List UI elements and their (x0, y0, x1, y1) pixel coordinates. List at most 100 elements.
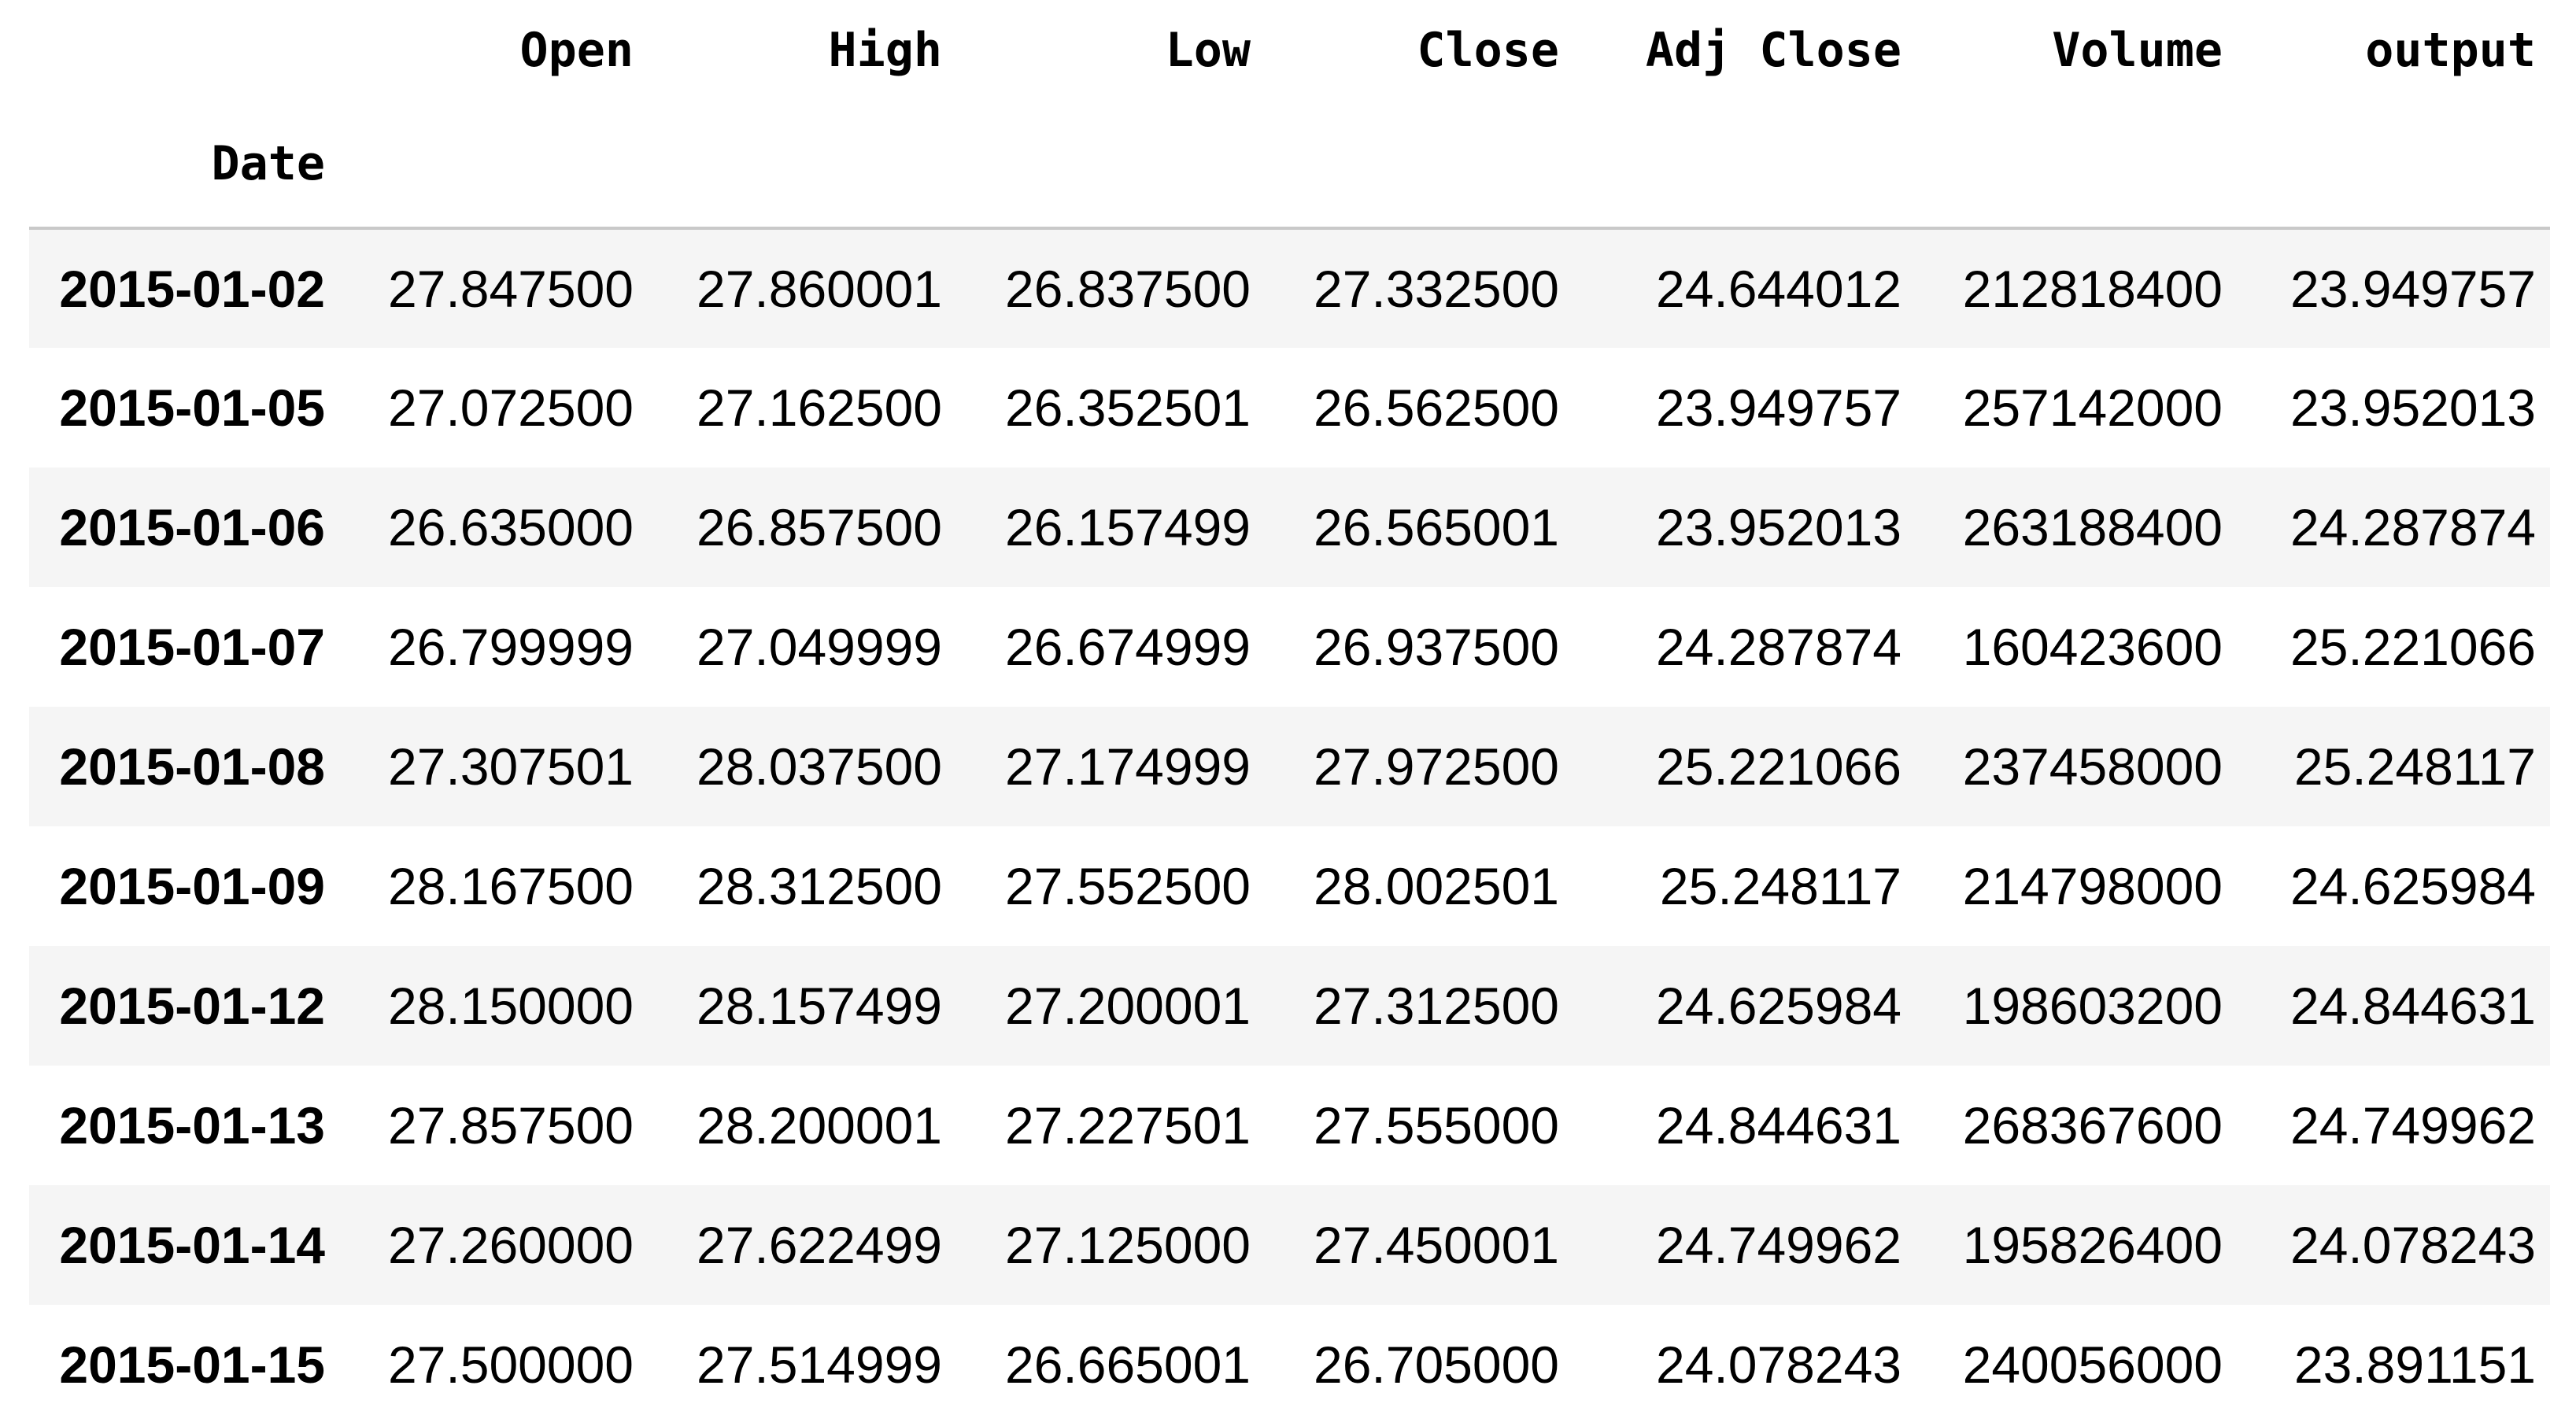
cell-adj-close: 24.625984 (1656, 977, 1902, 1035)
cell-volume: 212818400 (1962, 260, 2223, 318)
cell-low: 26.837500 (1005, 260, 1251, 318)
cell-low: 26.665001 (1005, 1335, 1251, 1394)
cell-adj-close: 23.949757 (1656, 379, 1902, 437)
table-row: 2015-01-06 26.635000 26.857500 26.157499… (29, 467, 2550, 587)
cell-high: 28.312500 (697, 857, 942, 915)
cell-volume: 268367600 (1962, 1096, 2223, 1154)
cell-adj-close: 24.749962 (1656, 1216, 1902, 1274)
index-name-row: Date (29, 101, 2550, 228)
table-row: 2015-01-15 27.500000 27.514999 26.665001… (29, 1305, 2550, 1424)
cell-output: 25.221066 (2290, 618, 2536, 676)
cell-high: 28.157499 (697, 977, 942, 1035)
cell-low: 27.125000 (1005, 1216, 1251, 1274)
cell-low: 27.552500 (1005, 857, 1251, 915)
cell-open: 26.635000 (388, 498, 634, 556)
table-row: 2015-01-12 28.150000 28.157499 27.200001… (29, 946, 2550, 1066)
column-header-row: Open High Low Close Adj Close Volume out… (29, 0, 2550, 101)
dataframe-output: Open High Low Close Adj Close Volume out… (29, 0, 2550, 1424)
cell-close: 26.705000 (1314, 1335, 1559, 1394)
table-row: 2015-01-05 27.072500 27.162500 26.352501… (29, 348, 2550, 467)
row-date: 2015-01-05 (59, 379, 325, 437)
cell-volume: 198603200 (1962, 977, 2223, 1035)
cell-low: 27.227501 (1005, 1096, 1251, 1154)
table-row: 2015-01-08 27.307501 28.037500 27.174999… (29, 707, 2550, 826)
column-header-close: Close (1265, 0, 1573, 101)
cell-low: 26.674999 (1005, 618, 1251, 676)
cell-high: 27.622499 (697, 1216, 942, 1274)
cell-low: 27.200001 (1005, 977, 1251, 1035)
cell-close: 26.565001 (1314, 498, 1559, 556)
row-date: 2015-01-13 (59, 1096, 325, 1154)
cell-close: 27.972500 (1314, 737, 1559, 796)
cell-close: 27.450001 (1314, 1216, 1559, 1274)
row-date: 2015-01-08 (59, 737, 325, 796)
row-date: 2015-01-12 (59, 977, 325, 1035)
cell-open: 27.307501 (388, 737, 634, 796)
cell-open: 27.857500 (388, 1096, 634, 1154)
row-date: 2015-01-15 (59, 1335, 325, 1394)
cell-output: 24.625984 (2290, 857, 2536, 915)
cell-close: 27.312500 (1314, 977, 1559, 1035)
dataframe-table: Open High Low Close Adj Close Volume out… (29, 0, 2550, 1424)
row-date: 2015-01-06 (59, 498, 325, 556)
cell-high: 27.049999 (697, 618, 942, 676)
cell-close: 27.555000 (1314, 1096, 1559, 1154)
cell-low: 27.174999 (1005, 737, 1251, 796)
cell-volume: 214798000 (1962, 857, 2223, 915)
row-date: 2015-01-14 (59, 1216, 325, 1274)
cell-high: 28.037500 (697, 737, 942, 796)
cell-high: 27.162500 (697, 379, 942, 437)
cell-open: 27.500000 (388, 1335, 634, 1394)
cell-output: 23.891151 (2293, 1335, 2536, 1394)
cell-adj-close: 24.644012 (1656, 260, 1902, 318)
cell-open: 28.150000 (388, 977, 634, 1035)
column-header-output: output (2237, 0, 2550, 101)
column-header-high: High (648, 0, 956, 101)
cell-adj-close: 24.287874 (1656, 618, 1902, 676)
cell-volume: 263188400 (1962, 498, 2223, 556)
cell-volume: 237458000 (1962, 737, 2223, 796)
cell-adj-close: 24.844631 (1656, 1096, 1902, 1154)
cell-volume: 240056000 (1962, 1335, 2223, 1394)
column-header-volume: Volume (1916, 0, 2237, 101)
table-row: 2015-01-14 27.260000 27.622499 27.125000… (29, 1185, 2550, 1305)
cell-volume: 195826400 (1962, 1216, 2223, 1274)
table-row: 2015-01-07 26.799999 27.049999 26.674999… (29, 587, 2550, 707)
cell-open: 27.072500 (388, 379, 634, 437)
column-header-adj-close: Adj Close (1573, 0, 1916, 101)
table-body: 2015-01-02 27.847500 27.860001 26.837500… (29, 228, 2550, 1424)
cell-volume: 160423600 (1962, 618, 2223, 676)
cell-volume: 257142000 (1962, 379, 2223, 437)
cell-output: 24.844631 (2290, 977, 2536, 1035)
cell-high: 27.860001 (697, 260, 942, 318)
cell-low: 26.157499 (1005, 498, 1251, 556)
cell-adj-close: 25.221066 (1656, 737, 1902, 796)
column-header-open: Open (339, 0, 648, 101)
cell-output: 24.078243 (2290, 1216, 2536, 1274)
cell-high: 28.200001 (697, 1096, 942, 1154)
cell-close: 27.332500 (1314, 260, 1559, 318)
table-row: 2015-01-09 28.167500 28.312500 27.552500… (29, 826, 2550, 946)
index-corner-cell (29, 0, 339, 101)
cell-open: 27.847500 (388, 260, 634, 318)
cell-high: 27.514999 (697, 1335, 942, 1394)
table-row: 2015-01-13 27.857500 28.200001 27.227501… (29, 1066, 2550, 1185)
cell-open: 28.167500 (388, 857, 634, 915)
cell-close: 28.002501 (1314, 857, 1559, 915)
row-date: 2015-01-07 (59, 618, 325, 676)
cell-output: 23.952013 (2290, 379, 2536, 437)
row-date: 2015-01-09 (59, 857, 325, 915)
cell-close: 26.937500 (1314, 618, 1559, 676)
cell-close: 26.562500 (1314, 379, 1559, 437)
column-header-low: Low (956, 0, 1265, 101)
cell-output: 25.248117 (2293, 737, 2536, 796)
cell-low: 26.352501 (1005, 379, 1251, 437)
row-date: 2015-01-02 (59, 260, 325, 318)
cell-output: 23.949757 (2290, 260, 2536, 318)
cell-adj-close: 23.952013 (1656, 498, 1902, 556)
table-row: 2015-01-02 27.847500 27.860001 26.837500… (29, 228, 2550, 348)
cell-open: 26.799999 (388, 618, 634, 676)
table-header: Open High Low Close Adj Close Volume out… (29, 0, 2550, 228)
cell-adj-close: 25.248117 (1659, 857, 1902, 915)
cell-high: 26.857500 (697, 498, 942, 556)
